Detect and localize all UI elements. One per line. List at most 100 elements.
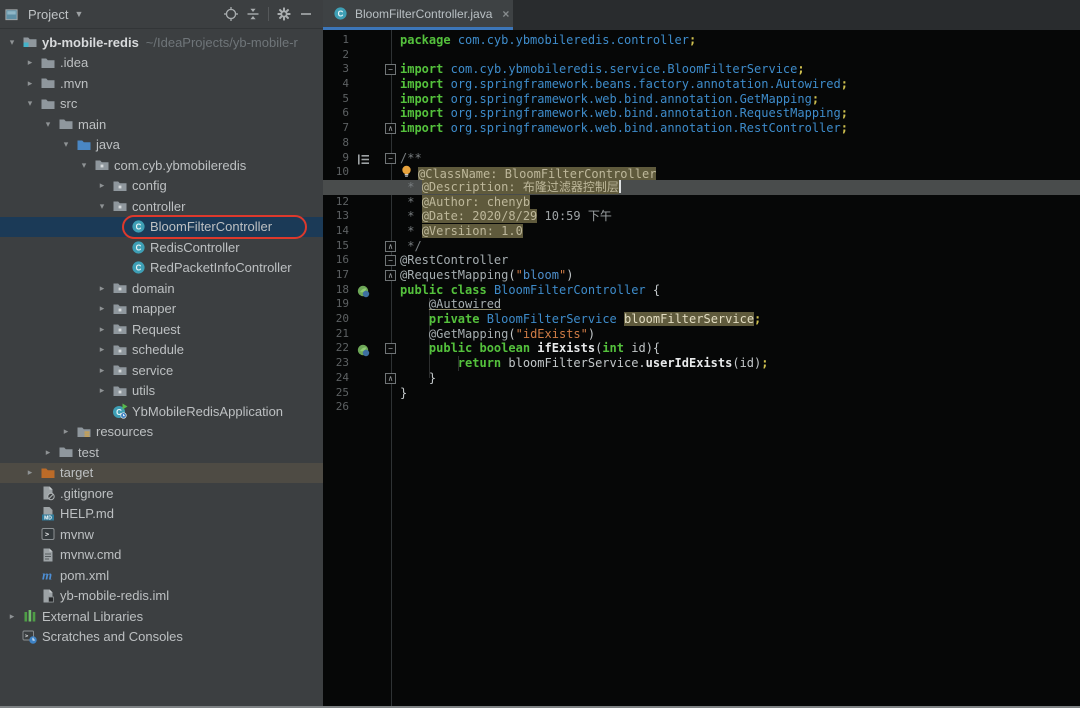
libraries-icon [21, 608, 39, 624]
tree-item-yb-mobile-redis-iml[interactable]: yb-mobile-redis.iml [0, 586, 323, 607]
fold-collapse-icon[interactable]: − [385, 64, 396, 76]
chevron-expanded-icon[interactable]: ▾ [57, 139, 75, 150]
tree-item-label: yb-mobile-redis [42, 34, 139, 50]
settings-gear-icon[interactable] [273, 3, 295, 25]
tree-item-mvnw-cmd[interactable]: mvnw.cmd [0, 545, 323, 566]
chevron-collapsed-icon[interactable]: ▸ [21, 467, 39, 478]
code-line-18[interactable]: 18 public class BloomFilterController { [323, 283, 1080, 298]
chevron-expanded-icon[interactable]: ▾ [39, 119, 57, 130]
chevron-collapsed-icon[interactable]: ▸ [93, 365, 111, 376]
tree-item-redpacketinfocontroller[interactable]: C RedPacketInfoController [0, 258, 323, 279]
code-line-12[interactable]: 12 * @Author: chenyb [323, 194, 1080, 210]
code-line-9[interactable]: 9−/** [323, 151, 1080, 166]
tree-item-yb-mobile-redis[interactable]: ▾ yb-mobile-redis ~/IdeaProjects/yb-mobile… [0, 32, 323, 53]
code-line-8[interactable]: 8 [323, 136, 1080, 151]
tree-item-mvn[interactable]: ▸ .mvn [0, 73, 323, 94]
locate-file-icon[interactable] [220, 3, 242, 25]
tree-item-domain[interactable]: ▸ domain [0, 278, 323, 299]
folder-package-icon [111, 280, 129, 296]
fold-end-icon[interactable]: ∧ [385, 270, 396, 281]
tree-item-request[interactable]: ▸ Request [0, 319, 323, 340]
code-line-5[interactable]: 5 import org.springframework.web.bind.ann… [323, 92, 1080, 107]
fold-end-icon[interactable]: ∧ [385, 240, 396, 252]
tree-item-pom-xml[interactable]: m pom.xml [0, 565, 323, 586]
chevron-down-icon[interactable]: ▼ [74, 9, 83, 19]
code-line-26[interactable]: 26 [323, 400, 1080, 415]
tree-item-com-cyb-ybmobileredis[interactable]: ▾ com.cyb.ybmobileredis [0, 155, 323, 176]
tree-item-test[interactable]: ▸ test [0, 442, 323, 463]
fold-end-icon[interactable]: ∧ [385, 372, 396, 384]
tree-item-service[interactable]: ▸ service [0, 360, 323, 381]
code-line-6[interactable]: 6 import org.springframework.web.bind.ann… [323, 106, 1080, 121]
chevron-expanded-icon[interactable]: ▾ [3, 37, 21, 48]
tree-item-bloomfiltercontroller[interactable]: C BloomFilterController [0, 216, 323, 237]
chevron-collapsed-icon[interactable]: ▸ [93, 283, 111, 294]
fold-collapse-icon[interactable]: − [385, 343, 396, 355]
code-line-20[interactable]: 20 private BloomFilterService bloomFilte… [323, 312, 1080, 327]
gutter: 19 [323, 297, 400, 312]
code-line-11[interactable]: * @Description: 布隆过滤器控制层 [323, 179, 1080, 195]
code-line-14[interactable]: 14 * @Versiion: 1.0 [323, 223, 1080, 239]
code-editor[interactable]: 1 package com.cyb.ybmobileredis.controlle… [323, 30, 1080, 708]
code-line-25[interactable]: 25} [323, 386, 1080, 401]
fold-end-icon[interactable]: ∧ [385, 123, 396, 135]
tree-item-help-md[interactable]: MD HELP.md [0, 504, 323, 525]
chevron-expanded-icon[interactable]: ▾ [21, 98, 39, 109]
tree-item-scratches-and-consoles[interactable]: > Scratches and Consoles [0, 627, 323, 648]
tree-item-schedule[interactable]: ▸ schedule [0, 340, 323, 361]
tab-close-icon[interactable]: × [502, 7, 509, 21]
fold-collapse-icon[interactable]: − [385, 255, 396, 267]
code-line-2[interactable]: 2 [323, 48, 1080, 63]
chevron-collapsed-icon[interactable]: ▸ [93, 180, 111, 191]
chevron-collapsed-icon[interactable]: ▸ [93, 324, 111, 335]
editor-tab-bloomfiltercontroller[interactable]: C BloomFilterController.java × [323, 0, 513, 30]
code-line-17[interactable]: 17 ∧ @RequestMapping("bloom") [323, 268, 1080, 283]
hide-panel-icon[interactable] [295, 3, 317, 25]
tree-item-utils[interactable]: ▸ utils [0, 381, 323, 402]
fold-collapse-icon[interactable]: − [385, 152, 396, 164]
chevron-expanded-icon[interactable]: ▾ [75, 160, 93, 171]
code-line-15[interactable]: 15 ∧ */ [323, 239, 1080, 254]
chevron-collapsed-icon[interactable]: ▸ [93, 385, 111, 396]
tree-item-target[interactable]: ▸ target [0, 462, 323, 483]
tree-item-idea[interactable]: ▸ .idea [0, 53, 323, 74]
code-line-16[interactable]: 16 − @RestController [323, 253, 1080, 268]
tree-item-ybmobileredisapplication[interactable]: C YbMobileRedisApplication [0, 401, 323, 422]
code-line-13[interactable]: 13 * @Date: 2020/8/29 10:59 下午 [323, 209, 1080, 224]
code-line-23[interactable]: 23 return bloomFilterService.userIdExist… [323, 356, 1080, 371]
tree-item-gitignore[interactable]: .gitignore [0, 483, 323, 504]
tree-item-main[interactable]: ▾ main [0, 114, 323, 135]
chevron-expanded-icon[interactable]: ▾ [93, 201, 111, 212]
code-line-3[interactable]: 3− import com.cyb.ybmobileredis.service.B… [323, 62, 1080, 77]
code-line-7[interactable]: 7 ∧ import org.springframework.web.bind.an… [323, 121, 1080, 136]
tree-item-resources[interactable]: ▸ resources [0, 422, 323, 443]
code-line-1[interactable]: 1 package com.cyb.ybmobileredis.controlle… [323, 33, 1080, 48]
chevron-collapsed-icon[interactable]: ▸ [93, 344, 111, 355]
tree-item-config[interactable]: ▸ config [0, 176, 323, 197]
chevron-collapsed-icon[interactable]: ▸ [39, 447, 57, 458]
panel-title[interactable]: Project [28, 7, 68, 22]
gutter: 24 ∧ [323, 371, 400, 386]
chevron-collapsed-icon[interactable]: ▸ [93, 303, 111, 314]
chevron-collapsed-icon[interactable]: ▸ [57, 426, 75, 437]
intention-bulb-icon[interactable] [400, 165, 418, 181]
project-tree[interactable]: ▾ yb-mobile-redis ~/IdeaProjects/yb-mobile… [0, 28, 323, 708]
code-line-10[interactable]: 10 @ClassName: BloomFilterController [323, 165, 1080, 182]
line-number: 20 [335, 312, 349, 326]
tree-item-java[interactable]: ▾ java [0, 135, 323, 156]
code-line-21[interactable]: 21 @GetMapping("idExists") [323, 327, 1080, 342]
tree-item-src[interactable]: ▾ src [0, 94, 323, 115]
tree-item-mvnw[interactable]: > mvnw [0, 524, 323, 545]
code-line-19[interactable]: 19 @Autowired [323, 297, 1080, 312]
code-line-4[interactable]: 4 import org.springframework.beans.factor… [323, 77, 1080, 92]
code-line-24[interactable]: 24 ∧ } [323, 371, 1080, 386]
code-line-22[interactable]: 22 − public boolean ifExists(int id){ [323, 341, 1080, 357]
chevron-collapsed-icon[interactable]: ▸ [3, 611, 21, 622]
chevron-collapsed-icon[interactable]: ▸ [21, 78, 39, 89]
tree-item-external-libraries[interactable]: ▸ External Libraries [0, 606, 323, 627]
collapse-all-icon[interactable] [242, 3, 264, 25]
tree-item-controller[interactable]: ▾ controller [0, 196, 323, 217]
tree-item-rediscontroller[interactable]: C RedisController [0, 237, 323, 258]
chevron-collapsed-icon[interactable]: ▸ [21, 57, 39, 68]
tree-item-mapper[interactable]: ▸ mapper [0, 299, 323, 320]
